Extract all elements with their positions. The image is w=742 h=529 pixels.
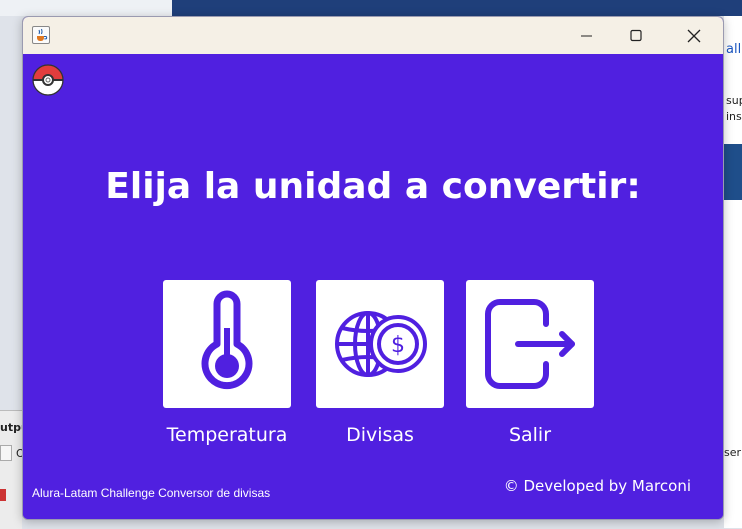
footer-credit-text: © Developed by Marconi — [503, 477, 691, 495]
minimize-icon — [581, 35, 592, 37]
background-band — [724, 144, 742, 200]
background-marker — [0, 489, 6, 501]
currency-button[interactable]: $ — [316, 280, 444, 408]
temperature-button[interactable] — [163, 280, 291, 408]
pokeball-icon — [32, 64, 64, 96]
exit-button[interactable] — [466, 280, 594, 408]
background-window-right: all sup ins ser — [724, 16, 742, 528]
temperature-label: Temperatura — [166, 424, 288, 446]
app-window: Elija la unidad a convertir: Temperatura — [22, 16, 724, 520]
background-link[interactable]: all — [726, 42, 741, 57]
thermometer-icon — [201, 290, 253, 390]
background-text: ser — [724, 446, 742, 459]
exit-label: Salir — [508, 424, 552, 446]
maximize-button[interactable] — [613, 17, 659, 54]
currency-label: Divisas — [346, 424, 414, 446]
title-bar[interactable] — [23, 17, 723, 54]
minimize-button[interactable] — [564, 17, 610, 54]
background-box — [0, 445, 12, 461]
exit-icon — [485, 299, 575, 389]
globe-currency-icon: $ — [335, 311, 427, 377]
close-button[interactable] — [671, 17, 717, 54]
close-icon — [687, 29, 701, 43]
page-title: Elija la unidad a convertir: — [105, 166, 641, 207]
java-cup-icon[interactable] — [32, 26, 50, 44]
background-window-band — [172, 0, 742, 16]
desktop-background-top — [0, 0, 742, 16]
background-text: ins — [726, 110, 742, 123]
footer-challenge-text: Alura-Latam Challenge Conversor de divis… — [32, 486, 271, 500]
main-content: Elija la unidad a convertir: Temperatura — [23, 54, 723, 519]
background-text: sup — [726, 94, 742, 107]
background-output-panel: utpu O — [0, 410, 29, 529]
svg-text:$: $ — [391, 333, 405, 358]
maximize-icon — [630, 29, 642, 42]
